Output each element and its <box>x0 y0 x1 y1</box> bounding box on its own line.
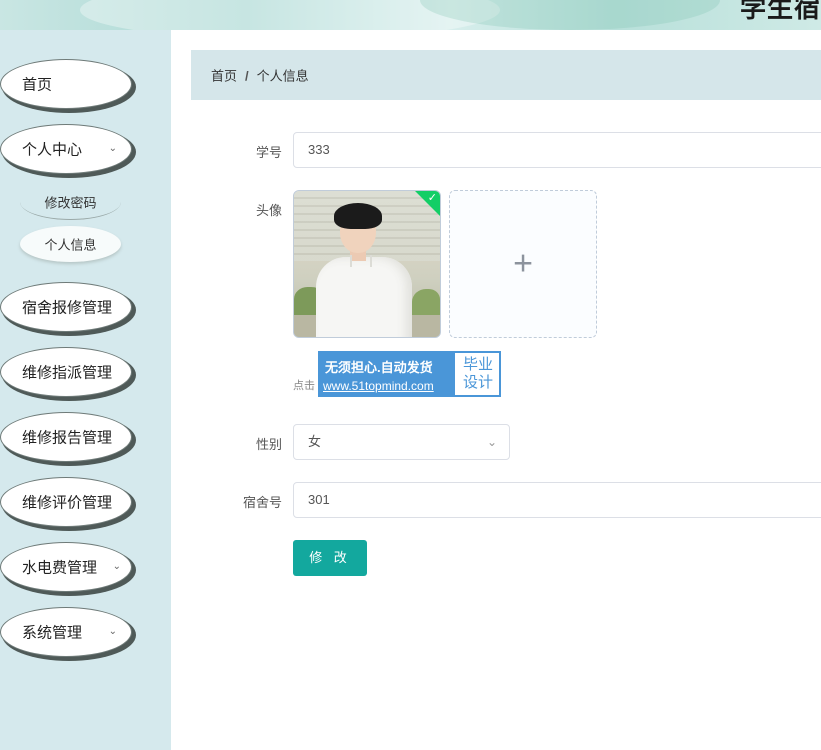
sidebar-item-repair-assign[interactable]: 维修指派管理 <box>0 347 132 397</box>
watermark-url: www.51topmind.com <box>323 379 434 393</box>
check-icon: ✓ <box>427 192 437 204</box>
sidebar-item-home[interactable]: 首页 <box>0 59 132 109</box>
breadcrumb-separator: / <box>245 68 249 84</box>
sidebar-item-dorm-repair[interactable]: 宿舍报修管理 <box>0 282 132 332</box>
sidebar-item-label: 维修报告管理 <box>22 429 113 447</box>
sidebar-item-label: 系统管理 <box>22 624 83 642</box>
sidebar-item-system[interactable]: 系统管理 ⌄ <box>0 607 132 657</box>
chevron-down-icon: ⌄ <box>112 560 121 572</box>
watermark-slogan: 无须担心.自动发货 <box>325 360 433 375</box>
breadcrumb-current: 个人信息 <box>256 68 309 84</box>
sidebar-item-repair-review[interactable]: 维修评价管理 <box>0 477 132 527</box>
sidebar-item-label: 宿舍报修管理 <box>22 299 113 317</box>
dorm-field[interactable]: 301 <box>293 482 821 518</box>
sidebar-item-label: 首页 <box>22 76 53 94</box>
dorm-label: 宿舍号 <box>242 495 282 510</box>
upload-tip: 点击 <box>293 380 315 392</box>
student-id-field[interactable]: 333 <box>293 132 821 168</box>
sidebar-item-repair-report[interactable]: 维修报告管理 <box>0 412 132 462</box>
sidebar-item-label: 个人中心 <box>22 141 83 159</box>
sidebar-item-label: 水电费管理 <box>22 559 98 577</box>
gender-label: 性别 <box>255 437 282 452</box>
sidebar-subitem-label: 修改密码 <box>44 195 97 210</box>
watermark-tag: 毕业设计 <box>462 356 493 391</box>
watermark-badge: 无须担心.自动发货 www.51topmind.com 毕业设计 <box>318 351 501 397</box>
breadcrumb: 首页 / 个人信息 <box>211 66 309 85</box>
chevron-down-icon: ⌄ <box>486 435 497 449</box>
chevron-down-icon: ⌄ <box>108 142 117 154</box>
plus-icon: + <box>513 244 533 283</box>
breadcrumb-bar: 首页 / 个人信息 <box>191 50 821 100</box>
avatar-image[interactable]: ✓ <box>293 190 441 338</box>
sidebar-item-label: 维修评价管理 <box>22 494 113 512</box>
sidebar-subitem-personal-info[interactable]: 个人信息 <box>20 226 121 262</box>
chevron-down-icon: ⌄ <box>108 625 117 637</box>
gender-select[interactable]: 女 ⌄ <box>293 424 510 460</box>
site-title: 学生宿 <box>739 0 821 23</box>
top-banner <box>0 0 821 30</box>
sidebar-item-utility-fee[interactable]: 水电费管理 ⌄ <box>0 542 132 592</box>
sidebar-item-personal-center[interactable]: 个人中心 ⌄ <box>0 124 132 174</box>
sidebar-subitem-label: 个人信息 <box>44 237 97 253</box>
breadcrumb-home-link[interactable]: 首页 <box>211 69 237 84</box>
avatar-label: 头像 <box>255 203 282 218</box>
sidebar-item-label: 维修指派管理 <box>22 364 113 382</box>
student-id-label: 学号 <box>255 145 282 160</box>
modify-button[interactable]: 修 改 <box>293 540 367 576</box>
sidebar-subitem-change-password[interactable]: 修改密码 <box>20 184 121 220</box>
avatar-upload-button[interactable]: + <box>449 190 597 338</box>
gender-select-value: 女 <box>308 434 322 449</box>
